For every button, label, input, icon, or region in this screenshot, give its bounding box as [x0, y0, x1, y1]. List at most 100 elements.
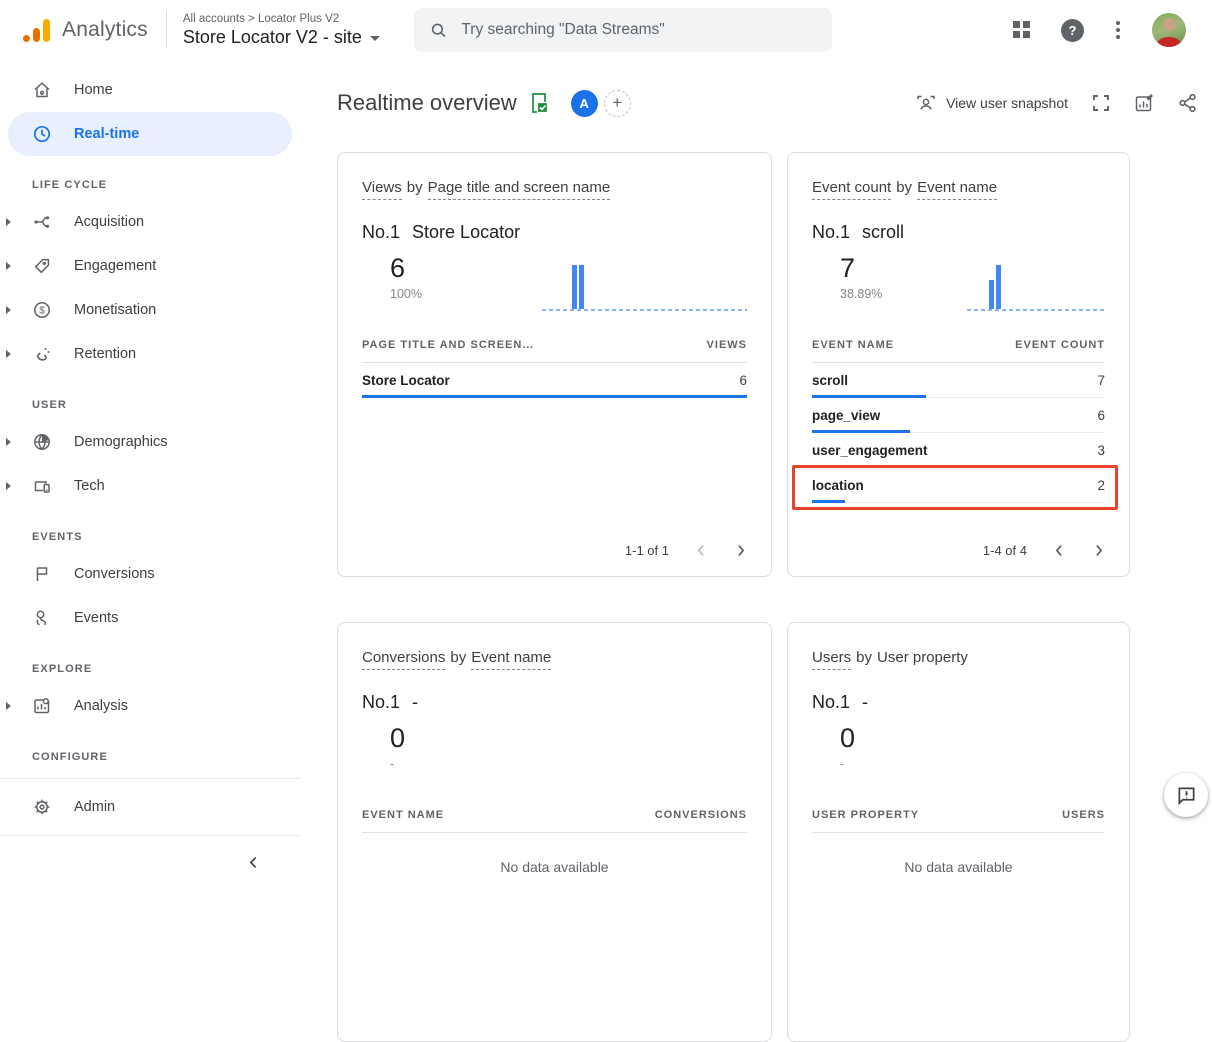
metric-percent: 100%: [390, 287, 422, 301]
pagination-label: 1-4 of 4: [983, 543, 1027, 558]
dimension-selector[interactable]: User property: [877, 649, 968, 670]
section-label-user: USER: [0, 390, 300, 420]
sidebar-divider: [0, 835, 300, 836]
retention-icon: [32, 344, 52, 364]
pagination-label: 1-1 of 1: [625, 543, 669, 558]
help-icon[interactable]: ?: [1061, 19, 1084, 42]
section-label-events: EVENTS: [0, 522, 300, 552]
property-name: Store Locator V2 - site: [183, 27, 362, 48]
sparkline: [967, 259, 1105, 311]
share-button[interactable]: [1178, 93, 1197, 113]
view-user-snapshot-button[interactable]: View user snapshot: [916, 94, 1068, 112]
table-row[interactable]: user_engagement 3: [812, 433, 1105, 468]
analytics-logo-icon: [26, 18, 52, 42]
engagement-icon: [32, 256, 52, 276]
table-row[interactable]: page_view 6: [812, 398, 1105, 433]
section-label-configure: CONFIGURE: [0, 742, 300, 772]
expand-arrow-icon: [6, 218, 11, 226]
sidebar-item-tech[interactable]: Tech: [8, 464, 292, 508]
section-label-explore: EXPLORE: [0, 654, 300, 684]
pagination: 1-4 of 4: [983, 543, 1105, 558]
metric-selector[interactable]: Event count: [812, 179, 891, 200]
avatar[interactable]: [1152, 13, 1186, 47]
metric-selector[interactable]: Users: [812, 649, 851, 670]
home-icon: [32, 80, 52, 100]
sidebar-item-admin[interactable]: Admin: [8, 785, 292, 829]
prev-page-icon[interactable]: [695, 544, 708, 557]
search-bar[interactable]: [414, 8, 832, 52]
analytics-logo[interactable]: Analytics: [0, 18, 148, 42]
fullscreen-icon: [1092, 94, 1110, 112]
insights-button[interactable]: [1134, 93, 1154, 113]
expand-arrow-icon: [6, 306, 11, 314]
metric-selector[interactable]: Conversions: [362, 649, 445, 670]
next-page-icon[interactable]: [734, 544, 747, 557]
metric-selector[interactable]: Views: [362, 179, 402, 200]
sidebar: Home Real-time LIFE CYCLE Acquisition En…: [0, 60, 300, 864]
card-views-by-page-title: Views by Page title and screen name No.1…: [337, 152, 772, 577]
table-row-location-highlighted[interactable]: location 2: [812, 468, 1105, 503]
top-entry-name: -: [412, 692, 418, 713]
chart-pencil-icon: [1134, 93, 1154, 113]
sidebar-item-realtime[interactable]: Real-time: [8, 112, 292, 156]
metric-value: 0: [390, 723, 405, 754]
prev-page-icon[interactable]: [1053, 544, 1066, 557]
top-entry: No.1 -: [362, 692, 747, 713]
dimension-selector[interactable]: Event name: [471, 649, 551, 670]
table-header: EVENT NAME EVENT COUNT: [812, 339, 1105, 363]
feedback-icon: [1176, 785, 1197, 806]
card-conversions-by-event-name: Conversions by Event name No.1 - 0 - EVE…: [337, 622, 772, 1042]
apps-grid-icon[interactable]: [1013, 21, 1031, 39]
card-title: Event count by Event name: [812, 179, 1105, 200]
card-title: Conversions by Event name: [362, 649, 747, 670]
card-users-by-user-property: Users by User property No.1 - 0 - USER P…: [787, 622, 1130, 1042]
cards-grid: Views by Page title and screen name No.1…: [337, 152, 1212, 1042]
report-status-button[interactable]: [529, 92, 549, 114]
sidebar-item-analysis[interactable]: Analysis: [8, 684, 292, 728]
sidebar-item-engagement[interactable]: Engagement: [8, 244, 292, 288]
sidebar-item-monetisation[interactable]: $ Monetisation: [8, 288, 292, 332]
sidebar-item-acquisition[interactable]: Acquisition: [8, 200, 292, 244]
monetisation-icon: $: [32, 300, 52, 320]
next-page-icon[interactable]: [1092, 544, 1105, 557]
more-options-icon[interactable]: [1114, 19, 1122, 41]
sidebar-item-home[interactable]: Home: [8, 68, 292, 112]
svg-text:$: $: [39, 306, 45, 317]
metric-percent: -: [390, 757, 405, 771]
sidebar-item-demographics[interactable]: Demographics: [8, 420, 292, 464]
clock-icon: [32, 124, 52, 144]
empty-state-message: No data available: [812, 859, 1105, 875]
sidebar-item-retention[interactable]: Retention: [8, 332, 292, 376]
property-selector[interactable]: All accounts > Locator Plus V2 Store Loc…: [183, 13, 380, 48]
expand-arrow-icon: [6, 350, 11, 358]
table-row[interactable]: scroll 7: [812, 363, 1105, 398]
devices-icon: [32, 476, 52, 496]
brand-name: Analytics: [62, 18, 148, 42]
comparison-chip-a[interactable]: A: [571, 90, 598, 117]
feedback-button[interactable]: [1164, 773, 1208, 817]
sidebar-item-conversions[interactable]: Conversions: [8, 552, 292, 596]
dimension-selector[interactable]: Event name: [917, 179, 997, 200]
share-icon: [1178, 93, 1197, 113]
app-header: Analytics All accounts > Locator Plus V2…: [0, 0, 1212, 60]
fullscreen-button[interactable]: [1092, 94, 1110, 112]
sidebar-item-events[interactable]: Events: [8, 596, 292, 640]
top-entry: No.1 Store Locator: [362, 222, 747, 243]
chevron-left-icon: [247, 856, 260, 869]
chart-magnifier-icon: [32, 696, 52, 716]
table-row[interactable]: Store Locator 6: [362, 363, 747, 398]
chevron-down-icon: [370, 36, 380, 41]
add-comparison-button[interactable]: +: [604, 90, 631, 117]
dimension-selector[interactable]: Page title and screen name: [428, 179, 611, 200]
card-title: Views by Page title and screen name: [362, 179, 747, 200]
top-entry: No.1 scroll: [812, 222, 1105, 243]
globe-icon: [32, 432, 52, 452]
search-input[interactable]: [461, 21, 816, 39]
top-entry-name: Store Locator: [412, 222, 520, 243]
metric-percent: -: [840, 757, 855, 771]
collapse-sidebar-button[interactable]: [0, 842, 300, 882]
sparkline: [542, 259, 747, 311]
top-entry: No.1 -: [812, 692, 1105, 713]
acquisition-icon: [32, 212, 52, 232]
metric-percent: 38.89%: [840, 287, 882, 301]
